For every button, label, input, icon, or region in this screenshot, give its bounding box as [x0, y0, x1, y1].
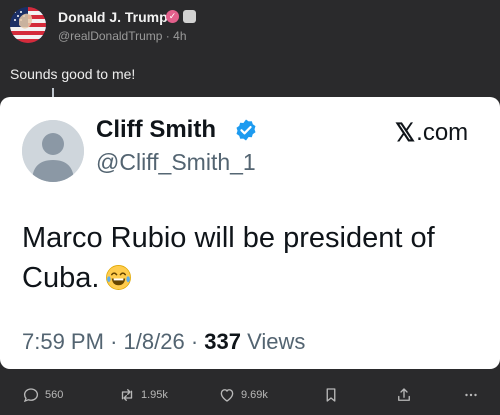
quote-author-handle[interactable]: @Cliff_Smith_1	[96, 149, 256, 176]
quote-text-body: Marco Rubio will be president of Cuba.	[22, 222, 435, 294]
quote-author-name[interactable]: Cliff Smith	[96, 116, 216, 144]
verified-badge-icon: ✓	[166, 10, 179, 23]
repost-icon	[121, 389, 133, 401]
reply-button[interactable]: 560	[22, 386, 63, 404]
quote-meta: 7:59 PM · 1/8/26 · 337 Views	[22, 329, 305, 355]
author-name[interactable]: Donald J. Trump	[58, 9, 168, 25]
repost-count: 1.95k	[141, 389, 168, 401]
views-count: 337	[204, 329, 241, 354]
quote-avatar[interactable]	[22, 120, 84, 182]
like-count: 9.69k	[241, 389, 268, 401]
post-time[interactable]: 4h	[173, 29, 186, 43]
share-icon	[398, 388, 410, 401]
post-meta: @realDonaldTrump · 4h	[58, 29, 187, 43]
share-button[interactable]	[395, 386, 413, 404]
verified-badge-icon	[236, 119, 256, 141]
quote-text: Marco Rubio will be president of Cuba.	[22, 218, 472, 298]
views-label: Views	[247, 329, 306, 354]
default-avatar-icon	[22, 120, 84, 182]
action-bar: 560 1.95k 9.69k	[0, 380, 500, 414]
repost-button[interactable]: 1.95k	[118, 386, 168, 404]
author-avatar[interactable]	[10, 7, 46, 43]
flag-avatar-icon	[10, 7, 46, 43]
like-icon	[220, 389, 234, 402]
laughing-emoji-icon	[106, 265, 132, 290]
org-badge-icon	[183, 10, 196, 23]
more-icon	[465, 393, 477, 397]
source-domain: .com	[416, 119, 469, 146]
bookmark-icon	[326, 388, 336, 402]
reply-count: 560	[45, 389, 64, 401]
quote-date[interactable]: 1/8/26	[124, 329, 185, 354]
x-logo-icon: 𝕏	[395, 119, 416, 147]
more-button[interactable]	[462, 386, 480, 404]
meta-separator: ·	[110, 329, 124, 354]
quote-time[interactable]: 7:59 PM	[22, 329, 104, 354]
like-button[interactable]: 9.69k	[218, 386, 268, 404]
source-link[interactable]: 𝕏 .com	[395, 118, 468, 148]
post-text: Sounds good to me!	[10, 66, 136, 82]
post-header: Donald J. Trump ✓ @realDonaldTrump · 4h	[10, 5, 490, 45]
reply-icon	[23, 388, 39, 403]
bookmark-button[interactable]	[322, 386, 340, 404]
meta-separator: ·	[190, 329, 205, 354]
author-handle[interactable]: @realDonaldTrump	[58, 29, 162, 43]
